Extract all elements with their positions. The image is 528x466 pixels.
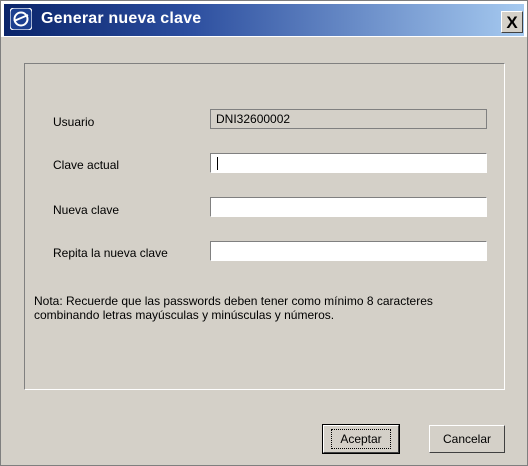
clave-actual-input[interactable] bbox=[210, 153, 487, 173]
usuario-field: DNI32600002 bbox=[210, 109, 487, 129]
dialog-window: Generar nueva clave X Usuario DNI3260000… bbox=[0, 0, 528, 466]
repita-clave-label: Repita la nueva clave bbox=[53, 246, 168, 260]
app-logo-icon bbox=[10, 8, 32, 30]
note-line-1: Nota: Recuerde que las passwords deben t… bbox=[34, 294, 433, 308]
usuario-label: Usuario bbox=[53, 115, 95, 129]
accept-button[interactable]: Aceptar bbox=[322, 424, 400, 454]
nueva-clave-label: Nueva clave bbox=[53, 203, 120, 217]
note-line-2: combinando letras mayúsculas y minúscula… bbox=[34, 308, 335, 322]
title-bar: Generar nueva clave X bbox=[1, 1, 527, 37]
cancel-button[interactable]: Cancelar bbox=[429, 425, 505, 453]
repita-clave-input[interactable] bbox=[210, 241, 487, 261]
nueva-clave-input[interactable] bbox=[210, 197, 487, 217]
cancel-button-label: Cancelar bbox=[442, 432, 492, 446]
window-title: Generar nueva clave bbox=[41, 10, 202, 27]
close-icon: X bbox=[506, 12, 518, 32]
clave-actual-label: Clave actual bbox=[53, 158, 120, 172]
password-note: Nota: Recuerde que las passwords deben t… bbox=[34, 294, 504, 322]
accept-button-label: Aceptar bbox=[331, 429, 391, 449]
close-button[interactable]: X bbox=[501, 11, 523, 33]
text-caret bbox=[217, 157, 218, 170]
